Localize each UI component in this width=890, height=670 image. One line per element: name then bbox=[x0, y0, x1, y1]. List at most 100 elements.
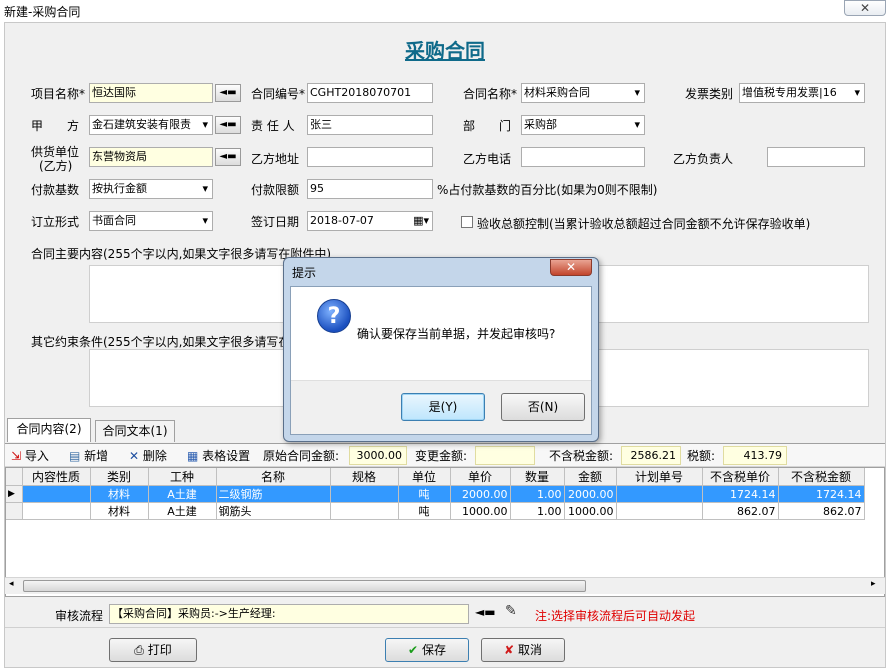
window-titlebar: 新建-采购合同 ✕ bbox=[0, 0, 890, 22]
change-amount-label: 变更金额: bbox=[415, 449, 468, 463]
orig-amount-label: 原始合同金额: bbox=[263, 449, 340, 463]
pay-base-label: 付款基数 bbox=[31, 183, 80, 197]
tab-contract-content[interactable]: 合同内容(2) bbox=[7, 418, 91, 442]
approval-label: 审核流程 bbox=[55, 609, 104, 623]
manager-field[interactable]: 张三 bbox=[307, 115, 433, 135]
party-a-select[interactable]: 金石建筑安装有限责 bbox=[89, 115, 213, 135]
cross-icon: ✘ bbox=[504, 643, 515, 657]
column-header[interactable]: 规格 bbox=[330, 468, 399, 486]
new-doc-icon: ▤ bbox=[69, 449, 81, 463]
add-button[interactable]: ▤ 新增 bbox=[69, 447, 108, 464]
contract-no-field[interactable]: CGHT2018070701 bbox=[307, 83, 433, 103]
cell-unit[interactable]: 吨 bbox=[398, 485, 451, 503]
b-phone-field[interactable] bbox=[521, 147, 645, 167]
grid-setting-button[interactable]: ▦ 表格设置 bbox=[187, 447, 250, 464]
column-header[interactable]: 名称 bbox=[216, 468, 331, 486]
dialog-close-button[interactable]: ✕ bbox=[550, 259, 592, 276]
project-field[interactable]: 恒达国际 bbox=[89, 83, 213, 103]
b-address-label: 乙方地址 bbox=[251, 152, 300, 166]
cell-qty[interactable]: 1.00 bbox=[510, 502, 565, 520]
calendar-icon[interactable]: ▦▾ bbox=[413, 212, 429, 230]
column-header[interactable]: 内容性质 bbox=[22, 468, 91, 486]
print-button[interactable]: ⎙ 打印 bbox=[109, 638, 197, 662]
scrollbar-thumb[interactable] bbox=[23, 580, 586, 592]
cell-no-tax-price[interactable]: 862.07 bbox=[702, 502, 779, 520]
column-header[interactable]: 数量 bbox=[510, 468, 565, 486]
horizontal-scrollbar[interactable]: ◂ ▸ bbox=[5, 577, 885, 594]
sign-date-field[interactable]: 2018-07-07 ▦▾ bbox=[307, 211, 433, 231]
supplier-field[interactable]: 东营物资局 bbox=[89, 147, 213, 167]
table-row[interactable]: 材料 A土建 钢筋头 吨 1000.00 1.00 1000.00 862.07… bbox=[6, 502, 865, 520]
dialog-message: 确认要保存当前单据，并发起审核吗? bbox=[357, 327, 556, 341]
approval-edit-icon[interactable]: ✎ bbox=[505, 603, 517, 619]
cell-trade[interactable]: A土建 bbox=[148, 485, 217, 503]
column-header[interactable]: 不含税金额 bbox=[778, 468, 865, 486]
delete-button[interactable]: ✕ 删除 bbox=[129, 447, 167, 464]
cell-plan-no[interactable] bbox=[616, 485, 703, 503]
invoice-type-select[interactable]: 增值税专用发票|16 bbox=[739, 83, 865, 103]
column-header[interactable]: 金额 bbox=[564, 468, 617, 486]
table-row[interactable]: ▶ 材料 A土建 二级钢筋 吨 2000.00 1.00 2000.00 172… bbox=[6, 485, 865, 503]
cell-trade[interactable]: A土建 bbox=[148, 502, 217, 520]
cell-price[interactable]: 2000.00 bbox=[450, 485, 511, 503]
scroll-left-icon[interactable]: ◂ bbox=[9, 579, 14, 589]
dept-select[interactable]: 采购部 bbox=[521, 115, 645, 135]
dialog-body: ? 确认要保存当前单据，并发起审核吗? 是(Y) 否(N) bbox=[290, 286, 592, 435]
cell-spec[interactable] bbox=[330, 485, 399, 503]
accept-check-label: 验收总额控制(当累计验收总额超过合同金额不允许保存验收单) bbox=[477, 217, 811, 231]
cancel-button[interactable]: ✘ 取消 bbox=[481, 638, 565, 662]
cell-amount[interactable]: 1000.00 bbox=[564, 502, 617, 520]
grid-toolbar: ⇲ 导入 ▤ 新增 ✕ 删除 ▦ 表格设置 原始合同金额: 3000.00 变更… bbox=[5, 443, 885, 467]
b-phone-label: 乙方电话 bbox=[463, 152, 512, 166]
cell-amount[interactable]: 2000.00 bbox=[564, 485, 617, 503]
cell-name[interactable]: 钢筋头 bbox=[216, 502, 331, 520]
column-header[interactable]: 工种 bbox=[148, 468, 217, 486]
approval-lookup-icon[interactable]: ◄▬ bbox=[475, 605, 496, 619]
cell-price[interactable]: 1000.00 bbox=[450, 502, 511, 520]
column-header[interactable]: 单价 bbox=[450, 468, 511, 486]
cell-no-tax-amount[interactable]: 862.07 bbox=[778, 502, 865, 520]
cell-plan-no[interactable] bbox=[616, 502, 703, 520]
column-header[interactable]: 计划单号 bbox=[616, 468, 703, 486]
cell-name[interactable]: 二级钢筋 bbox=[216, 485, 331, 503]
import-icon: ⇲ bbox=[11, 449, 22, 463]
contract-name-select[interactable]: 材料采购合同 bbox=[521, 83, 645, 103]
party-a-lookup-button[interactable]: ◄▬ bbox=[215, 116, 241, 134]
cell-no-tax-price[interactable]: 1724.14 bbox=[702, 485, 779, 503]
approval-flow-field[interactable]: 【采购合同】采购员:->生产经理: bbox=[109, 604, 469, 624]
scroll-right-icon[interactable]: ▸ bbox=[871, 579, 876, 589]
dialog-footer: 是(Y) 否(N) bbox=[291, 380, 591, 434]
pay-base-select[interactable]: 按执行金额 bbox=[89, 179, 213, 199]
cell-category[interactable]: 材料 bbox=[90, 485, 149, 503]
b-owner-field[interactable] bbox=[767, 147, 865, 167]
form-type-select[interactable]: 书面合同 bbox=[89, 211, 213, 231]
cell-no-tax-amount[interactable]: 1724.14 bbox=[778, 485, 865, 503]
tax-label: 税额: bbox=[687, 449, 716, 463]
column-header[interactable]: 单位 bbox=[398, 468, 451, 486]
b-address-field[interactable] bbox=[307, 147, 433, 167]
cell-spec[interactable] bbox=[330, 502, 399, 520]
no-button[interactable]: 否(N) bbox=[501, 393, 585, 421]
pay-limit-field[interactable]: 95 bbox=[307, 179, 433, 199]
cell-unit[interactable]: 吨 bbox=[398, 502, 451, 520]
column-header[interactable]: 不含税单价 bbox=[702, 468, 779, 486]
party-a-label: 甲 方 bbox=[31, 119, 80, 133]
save-button[interactable]: ✔ 保存 bbox=[385, 638, 469, 662]
import-button[interactable]: ⇲ 导入 bbox=[11, 447, 49, 464]
pay-limit-label: 付款限额 bbox=[251, 183, 300, 197]
cell-qty[interactable]: 1.00 bbox=[510, 485, 565, 503]
b-owner-label: 乙方负责人 bbox=[673, 152, 734, 166]
window-close-button[interactable]: ✕ bbox=[844, 0, 886, 16]
supplier-lookup-button[interactable]: ◄▬ bbox=[215, 148, 241, 166]
accept-check-checkbox[interactable] bbox=[461, 216, 473, 228]
page-title: 采购合同 bbox=[405, 39, 485, 63]
row-indicator-header bbox=[6, 468, 23, 486]
approval-note: 注:选择审核流程后可自动发起 bbox=[535, 609, 696, 623]
project-lookup-button[interactable]: ◄▬ bbox=[215, 84, 241, 102]
column-header[interactable]: 类别 bbox=[90, 468, 149, 486]
cell-nature[interactable] bbox=[22, 502, 91, 520]
cell-nature[interactable] bbox=[22, 485, 91, 503]
yes-button[interactable]: 是(Y) bbox=[401, 393, 485, 421]
cell-category[interactable]: 材料 bbox=[90, 502, 149, 520]
tab-contract-text[interactable]: 合同文本(1) bbox=[95, 420, 175, 442]
